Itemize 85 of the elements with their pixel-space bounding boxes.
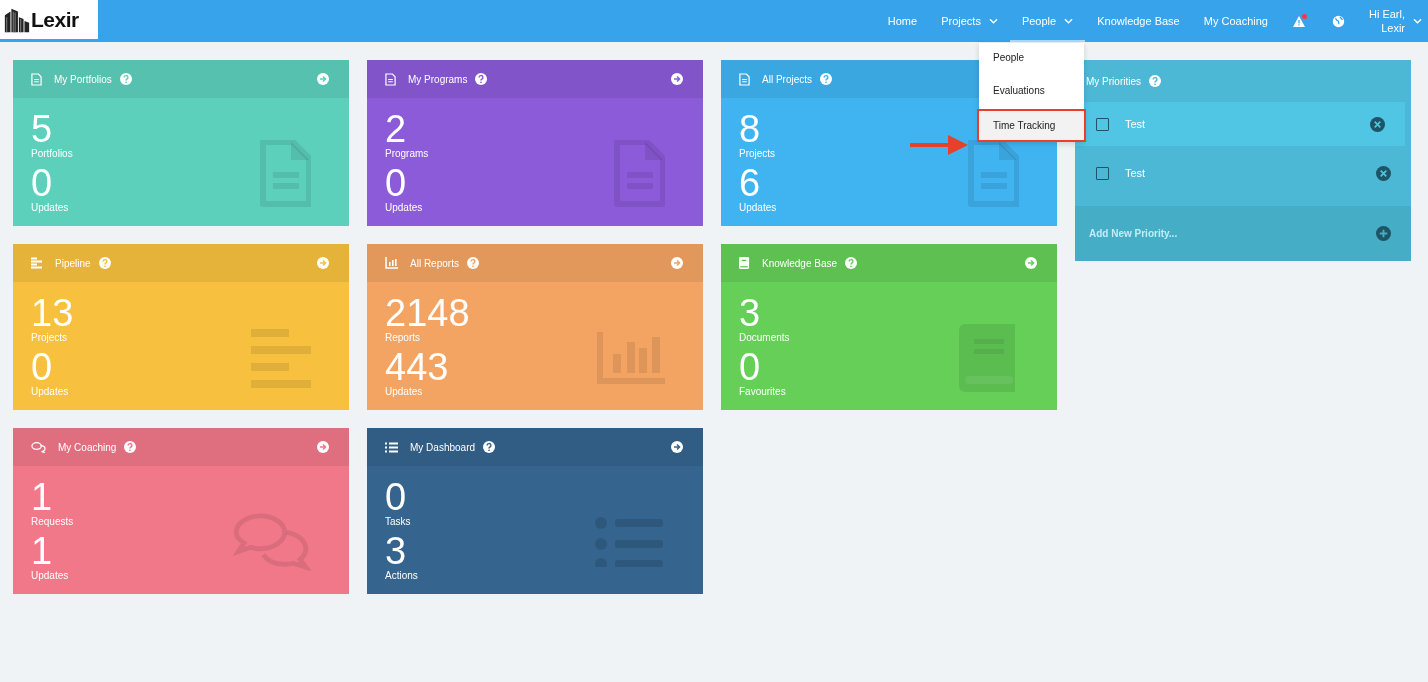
checkbox[interactable] [1096, 117, 1109, 131]
remove-icon[interactable] [1376, 165, 1391, 181]
stat-value: 443 [385, 348, 450, 386]
card-title: Knowledge Base [762, 257, 838, 269]
nav-link[interactable]: People [1009, 0, 1086, 42]
book-icon [739, 257, 750, 269]
priority-label: Test [1125, 167, 1146, 179]
stat-value: 13 [31, 294, 74, 332]
document-icon [613, 140, 665, 208]
card-title: My Programs [408, 73, 468, 85]
stat-value: 1 [31, 478, 53, 516]
stat-label: Requests [31, 516, 74, 528]
arrow-right-icon[interactable] [317, 441, 329, 453]
menu-item[interactable]: People [979, 43, 1084, 76]
stat-label: Programs [385, 148, 429, 160]
bar-chart-icon [385, 257, 398, 269]
stat-label: Projects [31, 332, 69, 344]
document-icon [967, 140, 1019, 208]
caret-icon [988, 18, 998, 24]
user-menu[interactable]: Hi Earl, Lexir [1356, 7, 1422, 35]
stat-value: 6 [739, 164, 761, 202]
card-title: My Coaching [58, 441, 117, 453]
arrow-right-icon[interactable] [671, 73, 683, 85]
globe-icon[interactable] [1331, 14, 1345, 28]
stat-value: 0 [385, 478, 407, 516]
card-title: My Portfolios [54, 73, 112, 85]
stat-value: 0 [31, 164, 53, 202]
stat-value: 0 [739, 348, 761, 386]
stat-label: Updates [385, 386, 424, 398]
add-priority-field[interactable]: Add New Priority... [1087, 227, 1376, 240]
stat-value: 0 [385, 164, 407, 202]
stat-label: Portfolios [31, 148, 73, 160]
panel-title: My Priorities [1086, 75, 1141, 87]
stat-value: 0 [31, 348, 53, 386]
nav-link[interactable]: Knowledge Base [1085, 0, 1192, 42]
stat-label: Documents [739, 332, 790, 344]
logo[interactable]: Lexir [0, 0, 98, 39]
stat-value: 3 [385, 532, 407, 570]
stat-label: Reports [385, 332, 421, 344]
stat-value: 1 [31, 532, 53, 570]
document-icon [31, 72, 42, 86]
arrow-icon [910, 134, 968, 156]
lines-icon [31, 257, 43, 269]
priority-item[interactable]: Test [1075, 146, 1411, 206]
card-title: All Projects [762, 73, 812, 85]
list-icon [385, 441, 398, 453]
help-icon[interactable] [124, 441, 137, 453]
stat-label: Updates [385, 202, 424, 214]
document-icon [739, 72, 750, 86]
stat-label: Tasks [385, 516, 412, 528]
stat-label: Projects [739, 148, 777, 160]
nav-link[interactable]: Home [875, 0, 930, 42]
stat-value: 2 [385, 110, 407, 148]
stat-label: Actions [385, 570, 418, 582]
stat-label: Updates [31, 570, 70, 582]
card-title: My Dashboard [410, 441, 476, 453]
stat-value: 2148 [385, 294, 470, 332]
stat-label: Updates [739, 202, 777, 214]
caret-icon [1064, 18, 1074, 24]
nav-link[interactable]: Projects [929, 0, 1010, 42]
stat-label: Updates [31, 202, 70, 214]
stat-label: Updates [31, 386, 70, 398]
chat-icon [31, 441, 46, 453]
priority-label: Test [1125, 118, 1146, 130]
remove-icon[interactable] [1370, 116, 1385, 132]
stat-value: 3 [739, 294, 761, 332]
stat-label: Favourites [739, 386, 787, 398]
stat-value: 5 [31, 110, 53, 148]
help-icon[interactable] [483, 441, 496, 453]
document-icon [385, 72, 396, 86]
chat-icon [233, 513, 311, 571]
logo-text: Lexir [31, 7, 79, 32]
caret-icon [1413, 18, 1422, 24]
menu-item[interactable]: Time Tracking [977, 109, 1086, 142]
nav-link[interactable]: My Coaching [1191, 0, 1280, 42]
arrow-right-icon[interactable] [671, 441, 683, 453]
document-icon [259, 140, 311, 208]
card-title: Pipeline [55, 257, 91, 269]
card-title: All Reports [410, 257, 459, 269]
stat-value: 8 [739, 110, 761, 148]
help-icon[interactable] [475, 73, 488, 85]
checkbox[interactable] [1096, 166, 1109, 180]
priority-item[interactable]: Test [1075, 102, 1405, 146]
plus-icon[interactable] [1376, 226, 1391, 241]
alert-icon[interactable] [1291, 13, 1308, 29]
